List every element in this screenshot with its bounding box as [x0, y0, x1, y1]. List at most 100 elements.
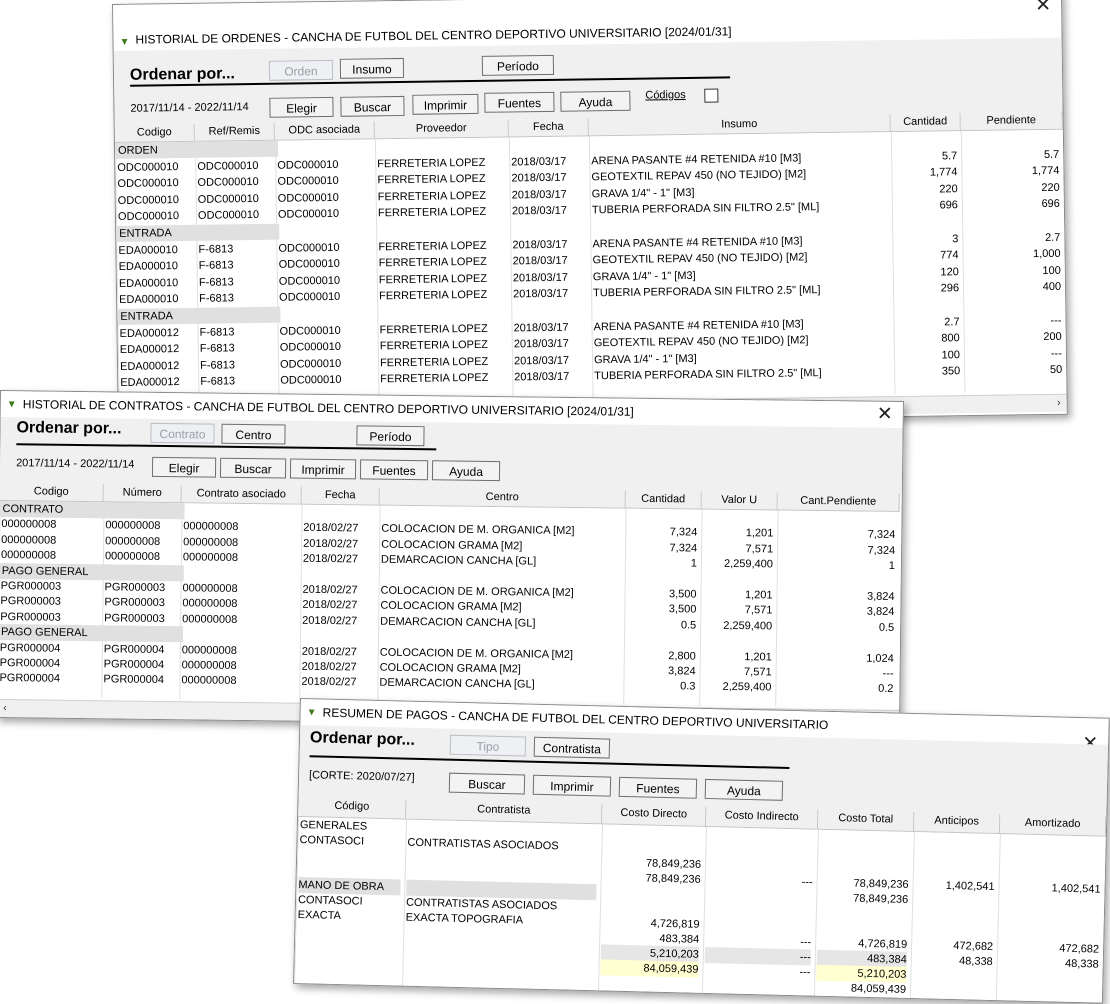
buscar-button[interactable]: Buscar [340, 95, 405, 117]
column-header[interactable]: Cantidad [890, 113, 961, 133]
table-cell: FERRETERIA LOPEZ [378, 272, 488, 287]
sort-contrato-button[interactable]: Contrato [150, 422, 215, 444]
sort-centro-button[interactable]: Centro [221, 423, 286, 445]
buscar-button[interactable]: Buscar [219, 457, 287, 479]
table-cell: PGR000004 [103, 673, 165, 687]
imprimir-button[interactable]: Imprimir [289, 458, 357, 480]
group-label: ORDEN [114, 140, 279, 159]
table-cell: F-6813 [198, 276, 234, 289]
table-cell: TUBERIA PERFORADA SIN FILTRO 2.5" [ML] [594, 367, 822, 383]
table-cell: EDA000010 [118, 243, 178, 257]
table-cell: 400 [1042, 281, 1062, 294]
ayuda-button[interactable]: Ayuda [560, 90, 631, 112]
table-cell: ODC000010 [117, 210, 180, 224]
table-cell: 2018/03/17 [511, 205, 568, 218]
column-header[interactable]: Costo Indirecto [705, 806, 819, 830]
table-cell: 2018/02/27 [303, 537, 359, 551]
table-cell: 50 [1049, 364, 1063, 377]
fuentes-button[interactable]: Fuentes [359, 459, 429, 481]
table-cell: 0.5 [680, 619, 697, 632]
ayuda-button[interactable]: Ayuda [704, 778, 784, 801]
column-header[interactable]: Proveedor [374, 119, 509, 140]
codigos-label: Códigos [645, 88, 686, 102]
column-header[interactable]: Cantidad [625, 490, 702, 510]
column-header[interactable]: Costo Total [817, 809, 915, 833]
column-header[interactable]: Ref/Remis [194, 122, 275, 142]
table-cell: ODC000010 [277, 158, 339, 172]
sort-label: Ordenar por... [129, 65, 236, 84]
group-label: ENTRADA [117, 306, 281, 325]
elegir-button[interactable]: Elegir [151, 456, 217, 478]
column-header[interactable]: Costo Directo [602, 804, 707, 827]
close-icon[interactable]: ✕ [1035, 0, 1051, 17]
table-cell: PGR000004 [103, 658, 165, 672]
table-cell: 000000008 [181, 674, 237, 688]
codigos-checkbox[interactable] [704, 88, 719, 103]
contratos-window: ▼ HISTORIAL DE CONTRATOS - CANCHA DE FUT… [0, 390, 904, 730]
table-cell: ODC000010 [197, 159, 259, 173]
table-cell: EDA000012 [119, 359, 180, 373]
elegir-button[interactable]: Elegir [269, 96, 334, 118]
column-header[interactable]: Fecha [301, 486, 380, 506]
close-icon[interactable]: ✕ [877, 403, 893, 426]
table-cell: 2018/03/17 [512, 254, 568, 268]
fuentes-button[interactable]: Fuentes [618, 776, 698, 799]
ordenes-table[interactable]: ORDEN ODC000010 ODC000010 ODC000010 FERRETER… [114, 129, 1067, 405]
sort-orden-button[interactable]: Orden [268, 59, 334, 81]
table-cell: EDA000010 [118, 276, 179, 290]
app-leaf-icon: ▼ [119, 36, 130, 48]
column-header[interactable]: Fecha [508, 118, 589, 138]
table-cell: F-6813 [199, 359, 235, 372]
sort-periodo-button[interactable]: Período [481, 54, 555, 76]
table-cell: 3,824 [668, 665, 696, 678]
corte-label: [CORTE: 2020/07/27] [308, 769, 415, 784]
table-cell: 2018/03/17 [512, 271, 569, 285]
sort-contratista-button[interactable]: Contratista [533, 736, 611, 759]
column-header[interactable]: Contrato asociado [181, 485, 302, 505]
column-header[interactable]: ODC asociada [274, 121, 375, 141]
table-cell: ODC000010 [277, 191, 339, 205]
contratos-table[interactable]: CONTRATO 000000008 000000008 000000008 2018/… [0, 501, 902, 709]
table-cell: 2018/03/17 [511, 155, 567, 169]
table-cell: 220 [1041, 181, 1060, 194]
table-cell: ODC000010 [197, 176, 259, 190]
sort-insumo-button[interactable]: Insumo [339, 57, 405, 79]
ayuda-button[interactable]: Ayuda [431, 460, 501, 482]
scroll-right-icon[interactable]: › [1057, 397, 1061, 409]
column-header[interactable]: Codigo [114, 123, 195, 143]
column-header[interactable]: Anticipos [913, 812, 1001, 835]
table-cell: F-6813 [200, 375, 236, 389]
resumen-table[interactable]: GENERALES CONTASOCI CONTRATISTAS ASOCIADOS… [294, 816, 1106, 1003]
table-cell: 000000008 [104, 550, 161, 564]
scroll-left-icon[interactable]: ‹ [3, 702, 7, 714]
table-cell: PGR000003 [104, 612, 165, 625]
table-cell: 7,571 [744, 604, 773, 617]
sort-label: Ordenar por... [309, 729, 416, 749]
column-header[interactable]: Codigo [0, 483, 104, 503]
column-header[interactable]: Amortizado [999, 814, 1107, 837]
column-header[interactable]: Valor U [701, 491, 778, 511]
buscar-button[interactable]: Buscar [448, 772, 526, 795]
table-cell: 100 [941, 348, 961, 362]
imprimir-button[interactable]: Imprimir [412, 93, 479, 115]
imprimir-button[interactable]: Imprimir [532, 774, 612, 797]
column-header[interactable]: Código [298, 796, 407, 820]
table-cell: 3 [952, 232, 959, 245]
table-cell: 3,500 [668, 588, 697, 601]
sort-periodo-button[interactable]: Período [356, 425, 425, 447]
resumen-window: ▼ RESUMEN DE PAGOS - CANCHA DE FUTBOL DE… [293, 698, 1110, 1004]
sort-tipo-button[interactable]: Tipo [449, 734, 527, 757]
fuentes-button[interactable]: Fuentes [484, 91, 555, 113]
table-cell: ODC000010 [278, 274, 341, 288]
table-cell: ODC000010 [279, 341, 342, 354]
column-header[interactable]: Pendiente [960, 111, 1063, 132]
table-cell: DEMARCACION CANCHA [GL] [379, 677, 535, 691]
table-cell: 2018/02/27 [302, 583, 358, 597]
table-cell [404, 970, 594, 991]
table-cell: 2,800 [668, 649, 696, 663]
table-cell [296, 967, 398, 985]
table-cell: 84,059,439 [850, 982, 907, 996]
table-cell: ODC000010 [277, 175, 339, 188]
column-header[interactable]: Número [103, 484, 182, 504]
column-header[interactable]: Cant.Pendiente [777, 492, 900, 512]
